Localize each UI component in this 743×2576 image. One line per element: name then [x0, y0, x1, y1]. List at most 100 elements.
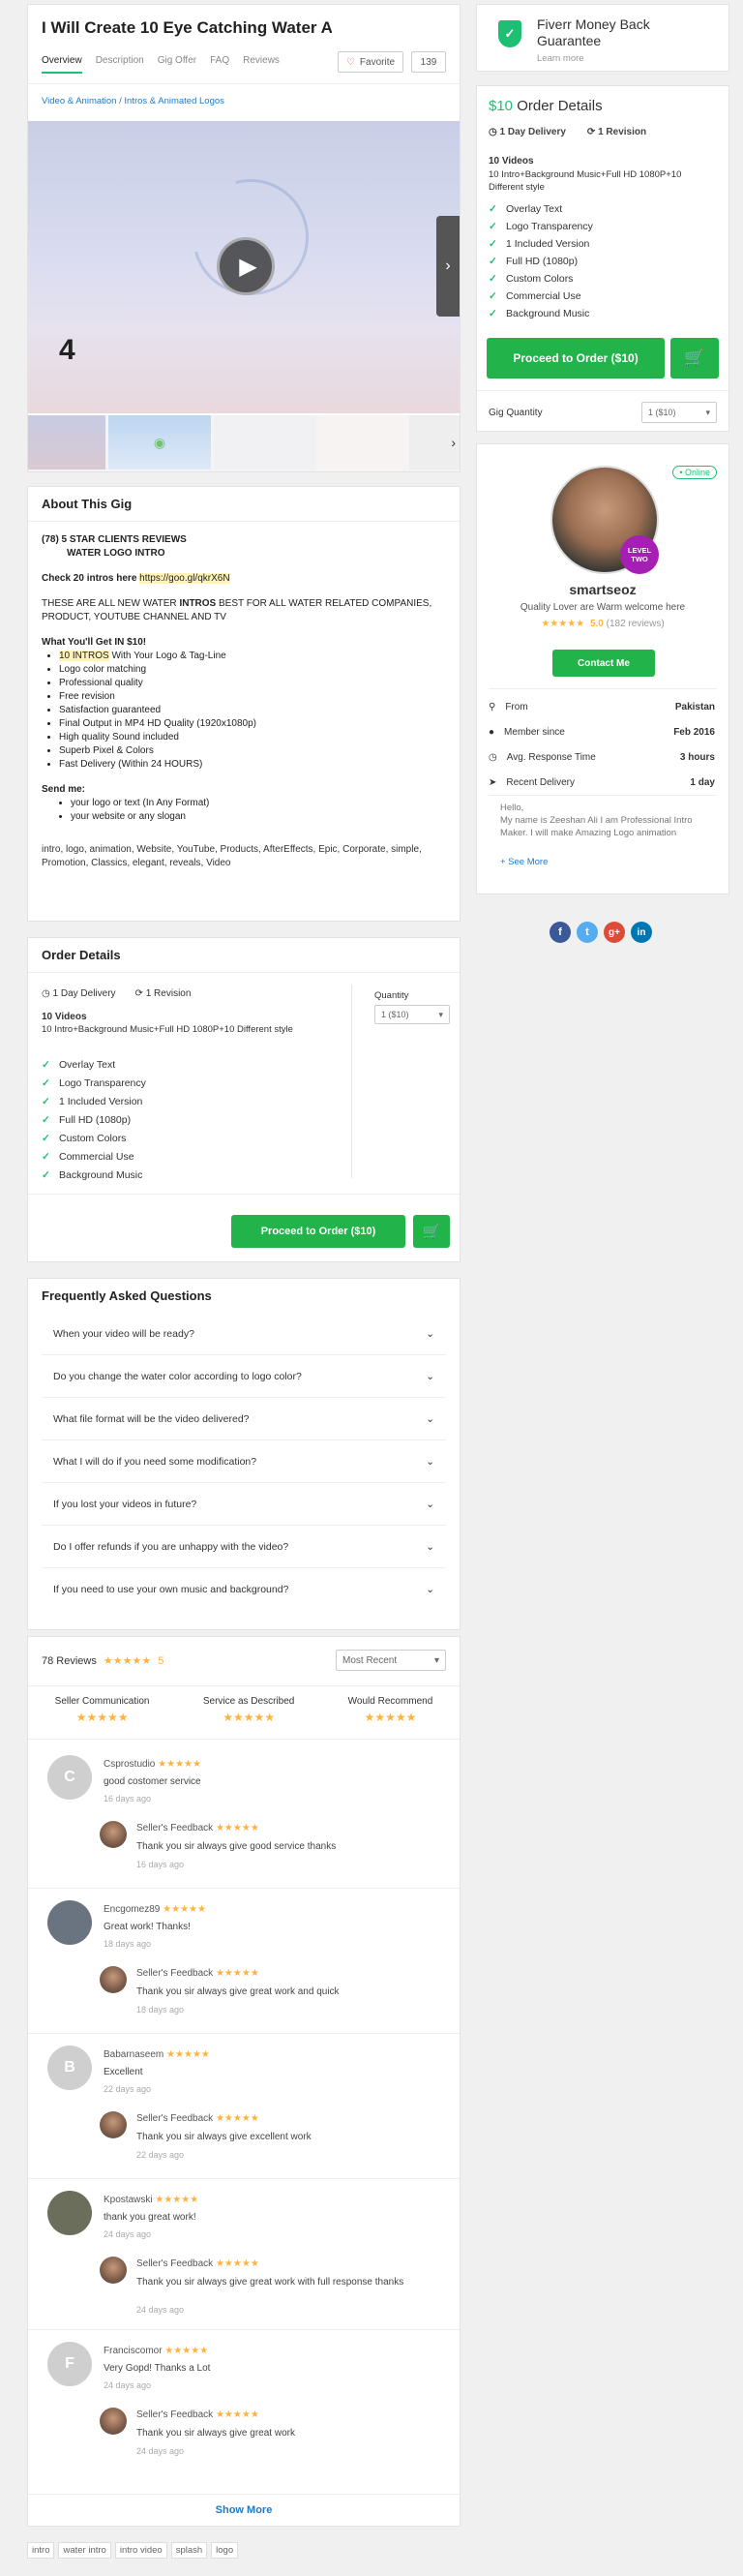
- chevron-down-icon: ⌄: [426, 1584, 434, 1595]
- tag-link[interactable]: splash: [170, 2542, 208, 2559]
- about-paragraph: THESE ARE ALL NEW WATER INTROS BEST FOR …: [42, 597, 446, 624]
- linkedin-icon[interactable]: in: [631, 922, 652, 943]
- gallery-card: Video & Animation / Intros & Animated Lo…: [27, 83, 461, 472]
- reviewer-name[interactable]: Franciscomor: [104, 2346, 163, 2356]
- sort-select[interactable]: Most Recent ▾: [336, 1650, 446, 1671]
- star-rating: ★★★★★: [166, 2049, 210, 2060]
- feature-label: Custom Colors: [59, 1133, 127, 1144]
- favorite-button[interactable]: ♡ Favorite: [338, 51, 403, 73]
- tag-link[interactable]: water intro: [58, 2542, 111, 2559]
- learn-more-link[interactable]: Learn more: [537, 53, 584, 64]
- check-icon: ✓: [42, 1114, 50, 1126]
- seller-tagline: Quality Lover are Warm welcome here: [520, 602, 686, 613]
- star-rating: ★★★★★: [364, 1711, 417, 1724]
- para-bold: INTROS: [179, 598, 217, 609]
- stat-value: 1 day: [690, 776, 715, 788]
- get-item: Fast Delivery (Within 24 HOURS): [59, 758, 446, 772]
- stat-label-text: From: [505, 701, 528, 712]
- check-icon: ✓: [42, 1096, 50, 1107]
- gig-tabs: Overview Description Gig Offer FAQ Revie…: [42, 55, 280, 74]
- see-more-link[interactable]: + See More: [500, 857, 548, 867]
- clock-icon: ◷: [489, 751, 497, 763]
- tab-reviews[interactable]: Reviews: [243, 55, 280, 74]
- order-card: Order Details ◷ 1 Day Delivery ⟳ 1 Revis…: [27, 937, 461, 1262]
- stat-label: ● Member since: [489, 727, 565, 738]
- review-item: F Franciscomor ★★★★★ Very Gopd! Thanks a L…: [28, 2330, 460, 2495]
- feature-label: 1 Included Version: [59, 1096, 143, 1107]
- seller-bio-divider: [489, 795, 717, 796]
- google-plus-icon[interactable]: g+: [604, 922, 625, 943]
- tag-link[interactable]: intro video: [114, 2542, 167, 2559]
- seller-stats: ⚲ From Pakistan ● Member since Feb 2016 ◷ Avg…: [489, 694, 715, 795]
- tab-faq[interactable]: FAQ: [210, 55, 229, 74]
- revision-info: ⟳ 1 Revision: [587, 127, 646, 137]
- faq-item[interactable]: When your video will be ready? ⌄: [42, 1313, 446, 1355]
- sidebar-divider: [477, 390, 728, 391]
- faq-item[interactable]: If you need to use your own music and ba…: [42, 1568, 446, 1611]
- review-text: thank you great work!: [104, 2212, 196, 2223]
- thumbnail-2[interactable]: ◉: [108, 415, 211, 470]
- faq-item[interactable]: Do you change the water color according …: [42, 1355, 446, 1398]
- tab-description[interactable]: Description: [96, 55, 144, 74]
- faq-item[interactable]: What I will do if you need some modifica…: [42, 1440, 446, 1483]
- avatar-initial: F: [65, 2355, 74, 2372]
- stat-row: ◷ Avg. Response Time 3 hours: [489, 744, 715, 770]
- order-features: ✓ Overlay Text ✓ Logo Transparency ✓ 1 Incl…: [42, 1056, 146, 1185]
- twitter-icon[interactable]: t: [577, 922, 598, 943]
- contact-me-button[interactable]: Contact Me: [552, 650, 655, 677]
- sidebar-cart-button[interactable]: 🛒: [670, 338, 719, 379]
- reviewer-avatar[interactable]: C: [47, 1755, 92, 1800]
- reviewer-name[interactable]: Csprostudio: [104, 1759, 155, 1770]
- proceed-order-button[interactable]: Proceed to Order ($10): [231, 1215, 405, 1248]
- star-rating: ★★★★★: [215, 2409, 259, 2420]
- feature-label: Logo Transparency: [59, 1077, 146, 1089]
- seller-feedback-line: Seller's Feedback ★★★★★: [136, 1968, 259, 1979]
- thumbnail-3[interactable]: [214, 415, 316, 470]
- tag-link[interactable]: intro: [27, 2542, 55, 2559]
- reviews-header: 78 Reviews ★★★★★ 5: [42, 1654, 163, 1667]
- reviewer-name[interactable]: Babarnaseem: [104, 2049, 163, 2060]
- sidebar-proceed-order-button[interactable]: Proceed to Order ($10): [487, 338, 665, 379]
- check-icon: ✓: [42, 1059, 50, 1071]
- play-button[interactable]: ▶: [217, 237, 275, 295]
- quantity-select[interactable]: 1 ($10) ▾: [374, 1005, 450, 1024]
- breadcrumb[interactable]: Video & Animation / Intros & Animated Lo…: [42, 96, 224, 106]
- feature-item: ✓ Custom Colors: [42, 1130, 146, 1148]
- get-item: Superb Pixel & Colors: [59, 744, 446, 758]
- tag-link[interactable]: logo: [211, 2542, 239, 2559]
- stat-label-text: Avg. Response Time: [506, 751, 596, 763]
- check-icon: ✓: [42, 1169, 50, 1181]
- seller-name[interactable]: smartseoz: [477, 582, 728, 597]
- revision-info: ⟳ 1 Revision: [135, 988, 192, 999]
- about-check: Check 20 intros here https://goo.gl/qkrX…: [42, 572, 446, 586]
- cart-button[interactable]: 🛒: [413, 1215, 450, 1248]
- reviewer-name[interactable]: Kpostawski: [104, 2195, 153, 2205]
- reviewer-avatar[interactable]: F: [47, 2342, 92, 2386]
- gallery-next-button[interactable]: ›: [436, 216, 460, 317]
- revision-text: 1 Revision: [145, 988, 192, 999]
- thumbnail-4[interactable]: [319, 415, 406, 470]
- faq-item[interactable]: Do I offer refunds if you are unhappy wi…: [42, 1526, 446, 1568]
- reply-text: Thank you sir always give good service t…: [136, 1841, 337, 1852]
- video-player[interactable]: ▶ 4 ›: [28, 121, 460, 413]
- reviewer-avatar[interactable]: [47, 1900, 92, 1945]
- show-more-button[interactable]: Show More: [28, 2504, 460, 2516]
- faq-item[interactable]: If you lost your videos in future? ⌄: [42, 1483, 446, 1526]
- seller-reply-avatar: [100, 1821, 127, 1848]
- tab-gig-offer[interactable]: Gig Offer: [158, 55, 196, 74]
- cart-icon: 🛒: [684, 349, 705, 367]
- get-item-first: 10 INTROS With Your Logo & Tag-Line: [59, 650, 446, 663]
- check-link[interactable]: https://goo.gl/qkrX6N: [139, 573, 230, 584]
- reviewer-avatar[interactable]: [47, 2191, 92, 2235]
- facebook-icon[interactable]: f: [550, 922, 571, 943]
- reviewer-name[interactable]: Encgomez89: [104, 1904, 160, 1915]
- reviewer-avatar[interactable]: B: [47, 2046, 92, 2090]
- price: $10: [489, 98, 514, 114]
- gig-quantity-label: Gig Quantity: [489, 408, 543, 418]
- gig-quantity-select[interactable]: 1 ($10) ▾: [641, 402, 717, 423]
- tab-overview[interactable]: Overview: [42, 55, 82, 74]
- sidebar-order-heading: $10 Order Details: [489, 98, 603, 114]
- thumbnail-next-button[interactable]: ›: [409, 415, 460, 470]
- faq-item[interactable]: What file format will be the video deliv…: [42, 1398, 446, 1440]
- thumbnail-1[interactable]: [28, 415, 105, 470]
